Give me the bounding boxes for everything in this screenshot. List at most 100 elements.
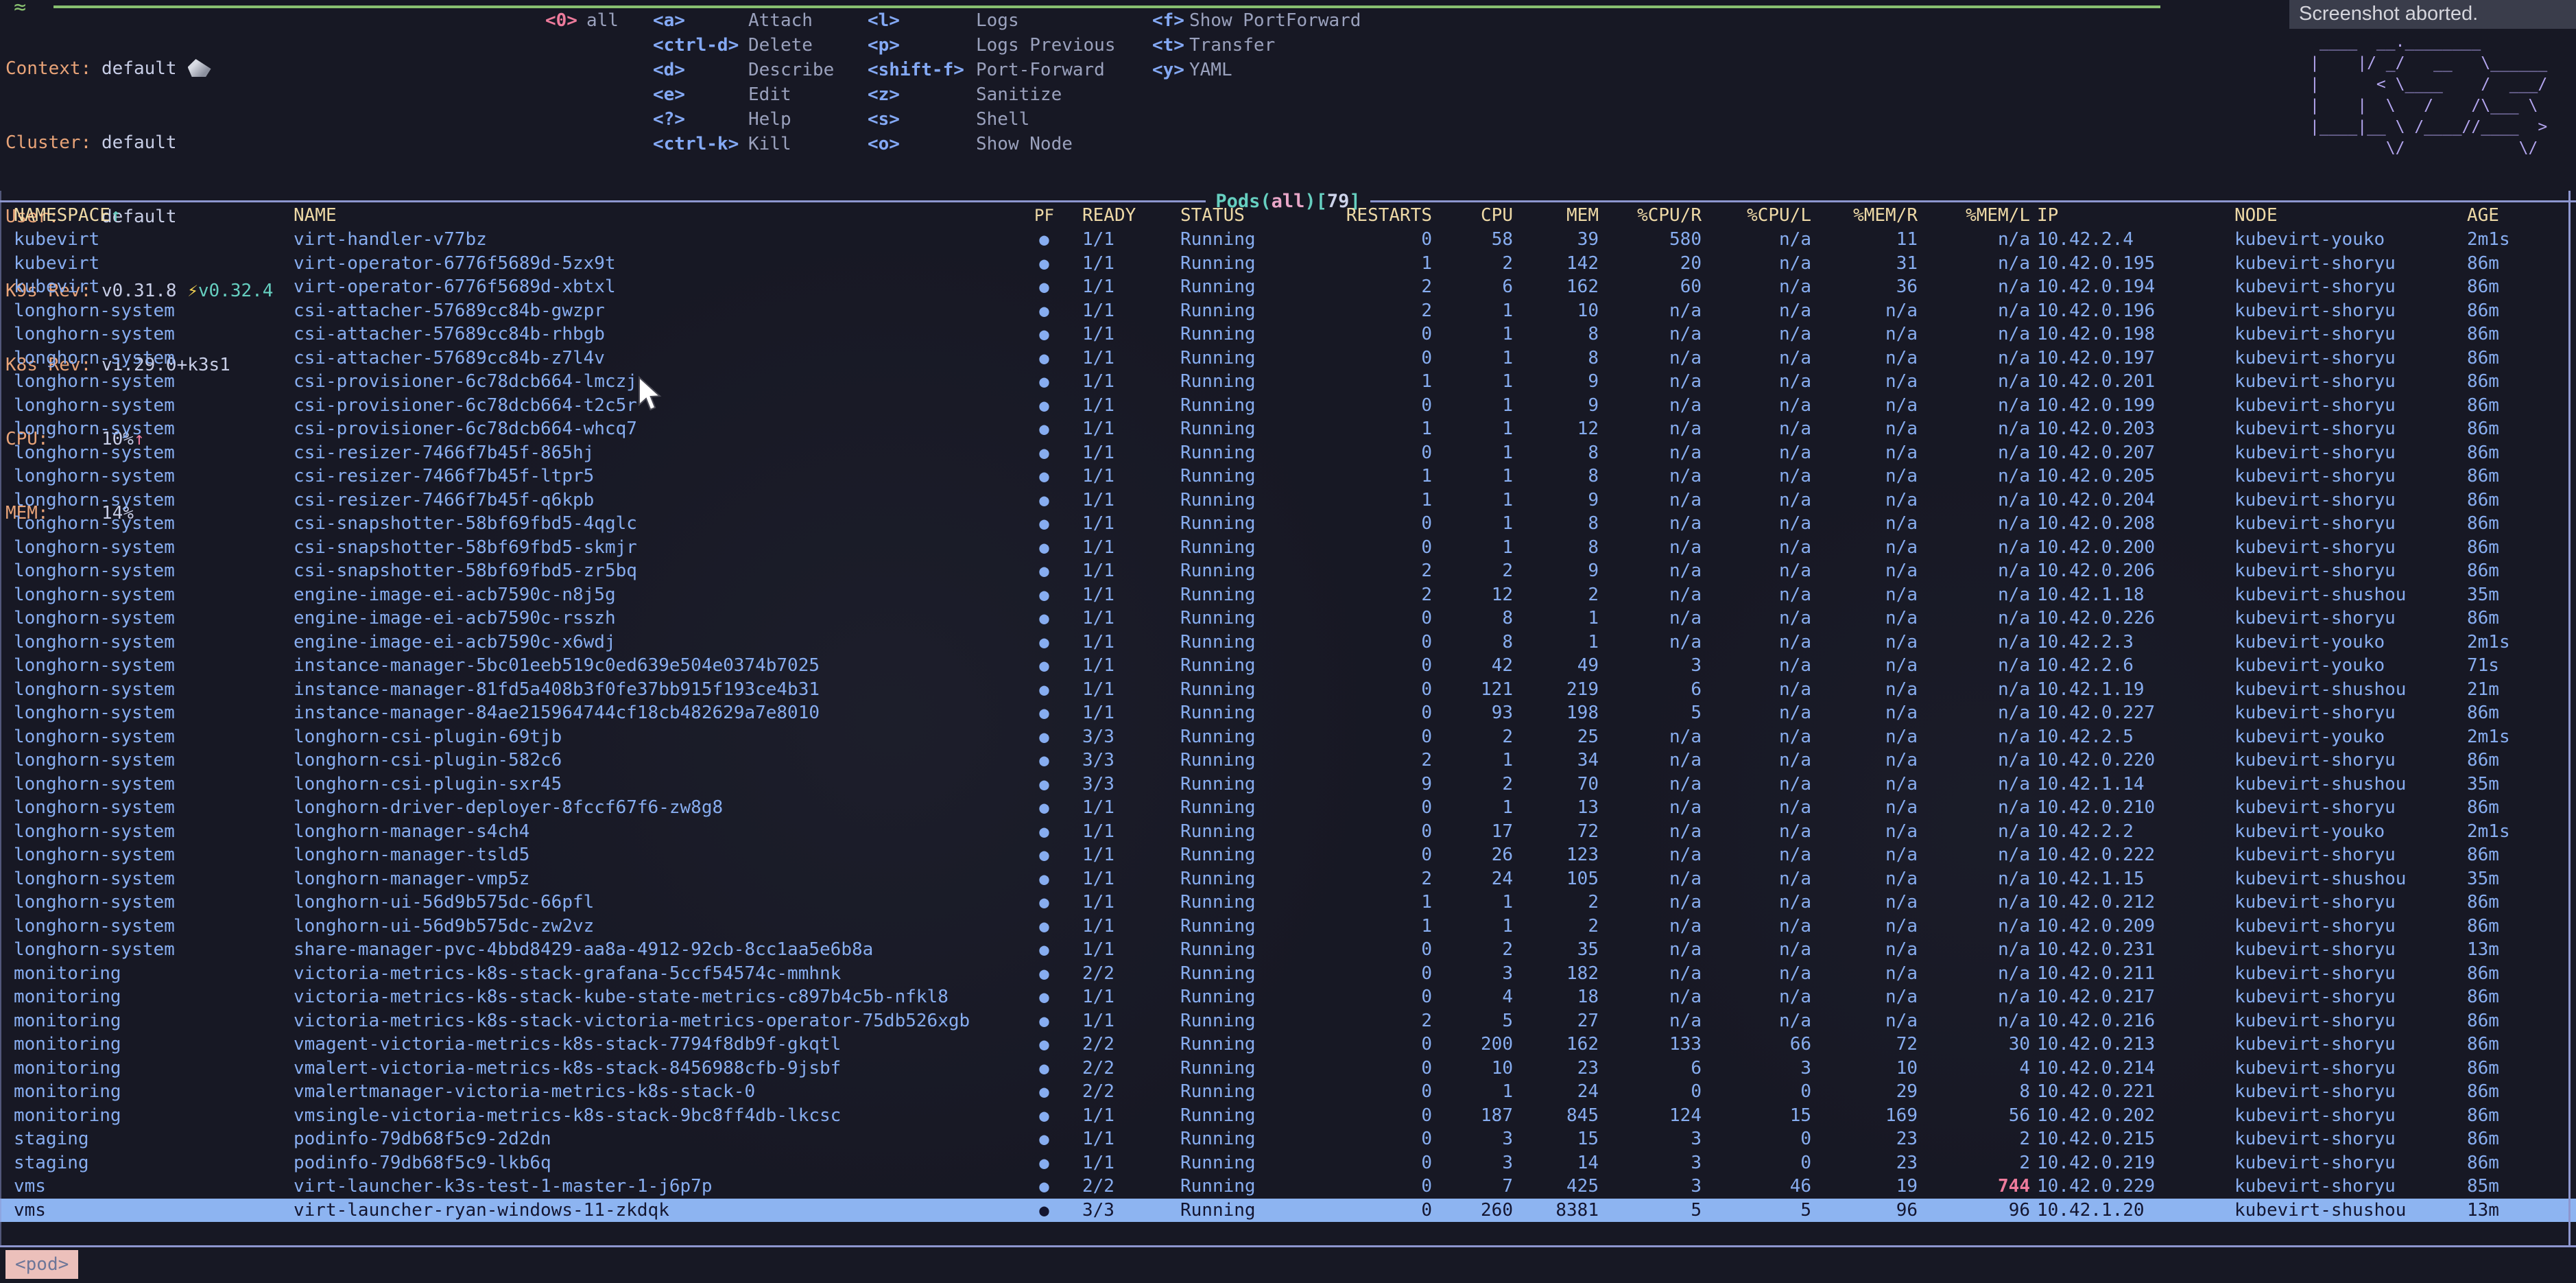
mem-lim-pct-cell: n/a xyxy=(1918,417,2030,441)
table-row[interactable]: monitoringvictoria-metrics-k8s-stack-vic… xyxy=(0,1009,2576,1033)
menu-item-show-portforward[interactable]: <f>Show PortForward xyxy=(1152,8,1361,33)
menu-item-describe[interactable]: <d>Describe xyxy=(653,58,834,82)
menu-item-sanitize[interactable]: <z>Sanitize xyxy=(868,82,1116,107)
menu-item-attach[interactable]: <a>Attach xyxy=(653,8,834,33)
table-row[interactable]: longhorn-systemengine-image-ei-acb7590c-… xyxy=(0,583,2576,607)
menu-item-help[interactable]: <?>Help xyxy=(653,107,834,132)
ready-cell: 1/1 xyxy=(1070,985,1169,1009)
table-row[interactable]: longhorn-systemcsi-snapshotter-58bf69fbd… xyxy=(0,559,2576,583)
cpu-req-pct-cell: 133 xyxy=(1599,1033,1702,1057)
table-row[interactable]: kubevirtvirt-handler-v77bz●1/1Running058… xyxy=(0,228,2576,252)
table-row[interactable]: longhorn-systemcsi-attacher-57689cc84b-r… xyxy=(0,322,2576,346)
menu-item-logs[interactable]: <l>Logs xyxy=(868,8,1116,33)
ready-cell: 1/1 xyxy=(1070,1127,1169,1151)
age-cell: 86m xyxy=(2460,1009,2562,1033)
menu-item-logs-previous[interactable]: <p>Logs Previous xyxy=(868,33,1116,58)
mem-req-pct-cell: n/a xyxy=(1811,749,1918,773)
table-row[interactable]: longhorn-systemcsi-snapshotter-58bf69fbd… xyxy=(0,512,2576,536)
table-row[interactable]: monitoringvmalert-victoria-metrics-k8s-s… xyxy=(0,1057,2576,1081)
namespace-cell: longhorn-system xyxy=(14,654,294,678)
table-row[interactable]: longhorn-systemcsi-provisioner-6c78dcb66… xyxy=(0,394,2576,418)
ready-cell: 1/1 xyxy=(1070,464,1169,489)
table-row[interactable]: longhorn-systemcsi-resizer-7466f7b45f-86… xyxy=(0,441,2576,465)
cpu-req-pct-cell: 580 xyxy=(1599,228,1702,252)
column-header-ip: IP xyxy=(2030,203,2228,228)
table-row[interactable]: longhorn-systemengine-image-ei-acb7590c-… xyxy=(0,631,2576,655)
mem-lim-pct-cell: n/a xyxy=(1918,464,2030,489)
table-row[interactable]: longhorn-systemcsi-resizer-7466f7b45f-lt… xyxy=(0,464,2576,489)
name-cell: virt-launcher-k3s-test-1-master-1-j6p7p xyxy=(294,1175,1018,1199)
table-row[interactable]: longhorn-systemlonghorn-csi-plugin-582c6… xyxy=(0,749,2576,773)
breadcrumb-pod[interactable]: <pod> xyxy=(5,1250,78,1279)
table-row[interactable]: longhorn-systemshare-manager-pvc-4bbd842… xyxy=(0,938,2576,962)
table-row[interactable]: longhorn-systemcsi-snapshotter-58bf69fbd… xyxy=(0,536,2576,560)
table-row[interactable]: longhorn-systemlonghorn-ui-56d9b575dc-66… xyxy=(0,891,2576,915)
menu-item-kill[interactable]: <ctrl-k>Kill xyxy=(653,132,834,156)
mem-req-pct-cell: n/a xyxy=(1811,464,1918,489)
mem-req-pct-cell: n/a xyxy=(1811,915,1918,939)
table-row[interactable]: longhorn-systemlonghorn-csi-plugin-sxr45… xyxy=(0,773,2576,797)
menu-item-delete[interactable]: <ctrl-d>Delete xyxy=(653,33,834,58)
table-row[interactable]: monitoringvmsingle-victoria-metrics-k8s-… xyxy=(0,1104,2576,1128)
menu-item-yaml[interactable]: <y>YAML xyxy=(1152,58,1361,82)
table-row[interactable]: longhorn-systemlonghorn-manager-s4ch4●1/… xyxy=(0,820,2576,844)
restarts-cell: 0 xyxy=(1307,843,1432,867)
table-row[interactable]: longhorn-systeminstance-manager-84ae2159… xyxy=(0,701,2576,725)
node-cell: kubevirt-shoryu xyxy=(2228,322,2460,346)
column-header-status: STATUS xyxy=(1169,203,1307,228)
restarts-cell: 0 xyxy=(1307,536,1432,560)
table-row[interactable]: longhorn-systemcsi-resizer-7466f7b45f-q6… xyxy=(0,489,2576,513)
cpu-req-pct-cell: n/a xyxy=(1599,773,1702,797)
table-row[interactable]: longhorn-systemlonghorn-manager-vmp5z●1/… xyxy=(0,867,2576,891)
menu-item-edit[interactable]: <e>Edit xyxy=(653,82,834,107)
table-row[interactable]: longhorn-systeminstance-manager-81fd5a40… xyxy=(0,678,2576,702)
table-row[interactable]: monitoringvictoria-metrics-k8s-stack-kub… xyxy=(0,985,2576,1009)
mem-lim-pct-cell: 2 xyxy=(1918,1151,2030,1175)
cpu-req-pct-cell: n/a xyxy=(1599,1009,1702,1033)
table-row[interactable]: longhorn-systemcsi-provisioner-6c78dcb66… xyxy=(0,417,2576,441)
table-row[interactable]: monitoringvmagent-victoria-metrics-k8s-s… xyxy=(0,1033,2576,1057)
menu-label: Attach xyxy=(748,10,813,31)
table-row[interactable]: stagingpodinfo-79db68f5c9-2d2dn●1/1Runni… xyxy=(0,1127,2576,1151)
mem-req-pct-cell: n/a xyxy=(1811,1009,1918,1033)
table-row[interactable]: longhorn-systemcsi-attacher-57689cc84b-z… xyxy=(0,346,2576,370)
table-row[interactable]: longhorn-systemcsi-attacher-57689cc84b-g… xyxy=(0,299,2576,323)
pf-status-icon: ● xyxy=(1018,394,1070,418)
table-row[interactable]: longhorn-systemlonghorn-driver-deployer-… xyxy=(0,796,2576,820)
table-row[interactable]: monitoringvmalertmanager-victoria-metric… xyxy=(0,1080,2576,1104)
menu-item-show-node[interactable]: <o>Show Node xyxy=(868,132,1116,156)
namespace-cell: longhorn-system xyxy=(14,559,294,583)
mem-req-pct-cell: 96 xyxy=(1811,1199,1918,1223)
restarts-cell: 0 xyxy=(1307,701,1432,725)
menu-item-port-forward[interactable]: <shift-f>Port-Forward xyxy=(868,58,1116,82)
table-row[interactable]: vmsvirt-launcher-ryan-windows-11-zkdqk●3… xyxy=(0,1199,2576,1223)
cpu-lim-pct-cell: n/a xyxy=(1702,938,1811,962)
menu-item-shell[interactable]: <s>Shell xyxy=(868,107,1116,132)
mem-lim-pct-cell: n/a xyxy=(1918,322,2030,346)
menu-item-transfer[interactable]: <t>Transfer xyxy=(1152,33,1361,58)
restarts-cell: 0 xyxy=(1307,1175,1432,1199)
table-row[interactable]: longhorn-systeminstance-manager-5bc01eeb… xyxy=(0,654,2576,678)
menu-item-all[interactable]: <0>all xyxy=(545,8,619,33)
mem-lim-pct-cell: n/a xyxy=(1918,228,2030,252)
table-row[interactable]: stagingpodinfo-79db68f5c9-lkb6q●1/1Runni… xyxy=(0,1151,2576,1175)
table-row[interactable]: longhorn-systemengine-image-ei-acb7590c-… xyxy=(0,607,2576,631)
table-row[interactable]: longhorn-systemcsi-provisioner-6c78dcb66… xyxy=(0,370,2576,394)
table-row[interactable]: monitoringvictoria-metrics-k8s-stack-gra… xyxy=(0,962,2576,986)
table-row[interactable]: longhorn-systemlonghorn-manager-tsld5●1/… xyxy=(0,843,2576,867)
table-row[interactable]: longhorn-systemlonghorn-ui-56d9b575dc-zw… xyxy=(0,915,2576,939)
table-row[interactable]: vmsvirt-launcher-k3s-test-1-master-1-j6p… xyxy=(0,1175,2576,1199)
restarts-cell: 0 xyxy=(1307,1080,1432,1104)
cpu-cell: 2 xyxy=(1432,938,1513,962)
table-row[interactable]: kubevirtvirt-operator-6776f5689d-5zx9t●1… xyxy=(0,252,2576,276)
cpu-cell: 1 xyxy=(1432,489,1513,513)
table-row[interactable]: kubevirtvirt-operator-6776f5689d-xbtxl●1… xyxy=(0,275,2576,299)
ip-cell: 10.42.0.222 xyxy=(2030,843,2228,867)
mem-req-pct-cell: n/a xyxy=(1811,938,1918,962)
table-row[interactable]: longhorn-systemlonghorn-csi-plugin-69tjb… xyxy=(0,725,2576,749)
menu-label: Delete xyxy=(748,35,813,56)
node-cell: kubevirt-shushou xyxy=(2228,583,2460,607)
age-cell: 86m xyxy=(2460,489,2562,513)
cpu-req-pct-cell: n/a xyxy=(1599,536,1702,560)
cpu-req-pct-cell: n/a xyxy=(1599,441,1702,465)
